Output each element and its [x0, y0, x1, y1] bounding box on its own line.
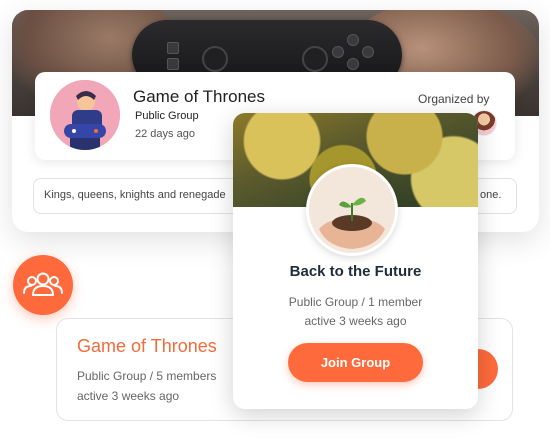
join-group-button[interactable]: Join Group — [288, 343, 423, 382]
group-age: 22 days ago — [135, 128, 195, 140]
group-popup-card[interactable]: Back to the Future Public Group / 1 memb… — [233, 113, 478, 409]
group-title[interactable]: Game of Thrones — [133, 87, 265, 107]
popup-group-activity: active 3 weeks ago — [304, 314, 407, 328]
list-group-activity: active 3 weeks ago — [77, 389, 180, 403]
people-group-icon — [13, 272, 73, 319]
popup-group-meta: Public Group / 1 member — [288, 295, 423, 309]
groups-badge — [13, 255, 73, 315]
group-avatar — [50, 80, 120, 150]
popup-group-title[interactable]: Back to the Future — [233, 263, 478, 280]
popup-group-avatar — [306, 164, 398, 256]
group-type: Public Group — [135, 110, 199, 122]
list-group-meta: Public Group / 5 members — [77, 369, 217, 383]
organized-by-label: Organized by — [418, 92, 490, 106]
group-description-end: one. — [480, 189, 502, 201]
list-group-title[interactable]: Game of Thrones — [77, 336, 217, 357]
group-description-text: Kings, queens, knights and renegade — [44, 189, 226, 201]
